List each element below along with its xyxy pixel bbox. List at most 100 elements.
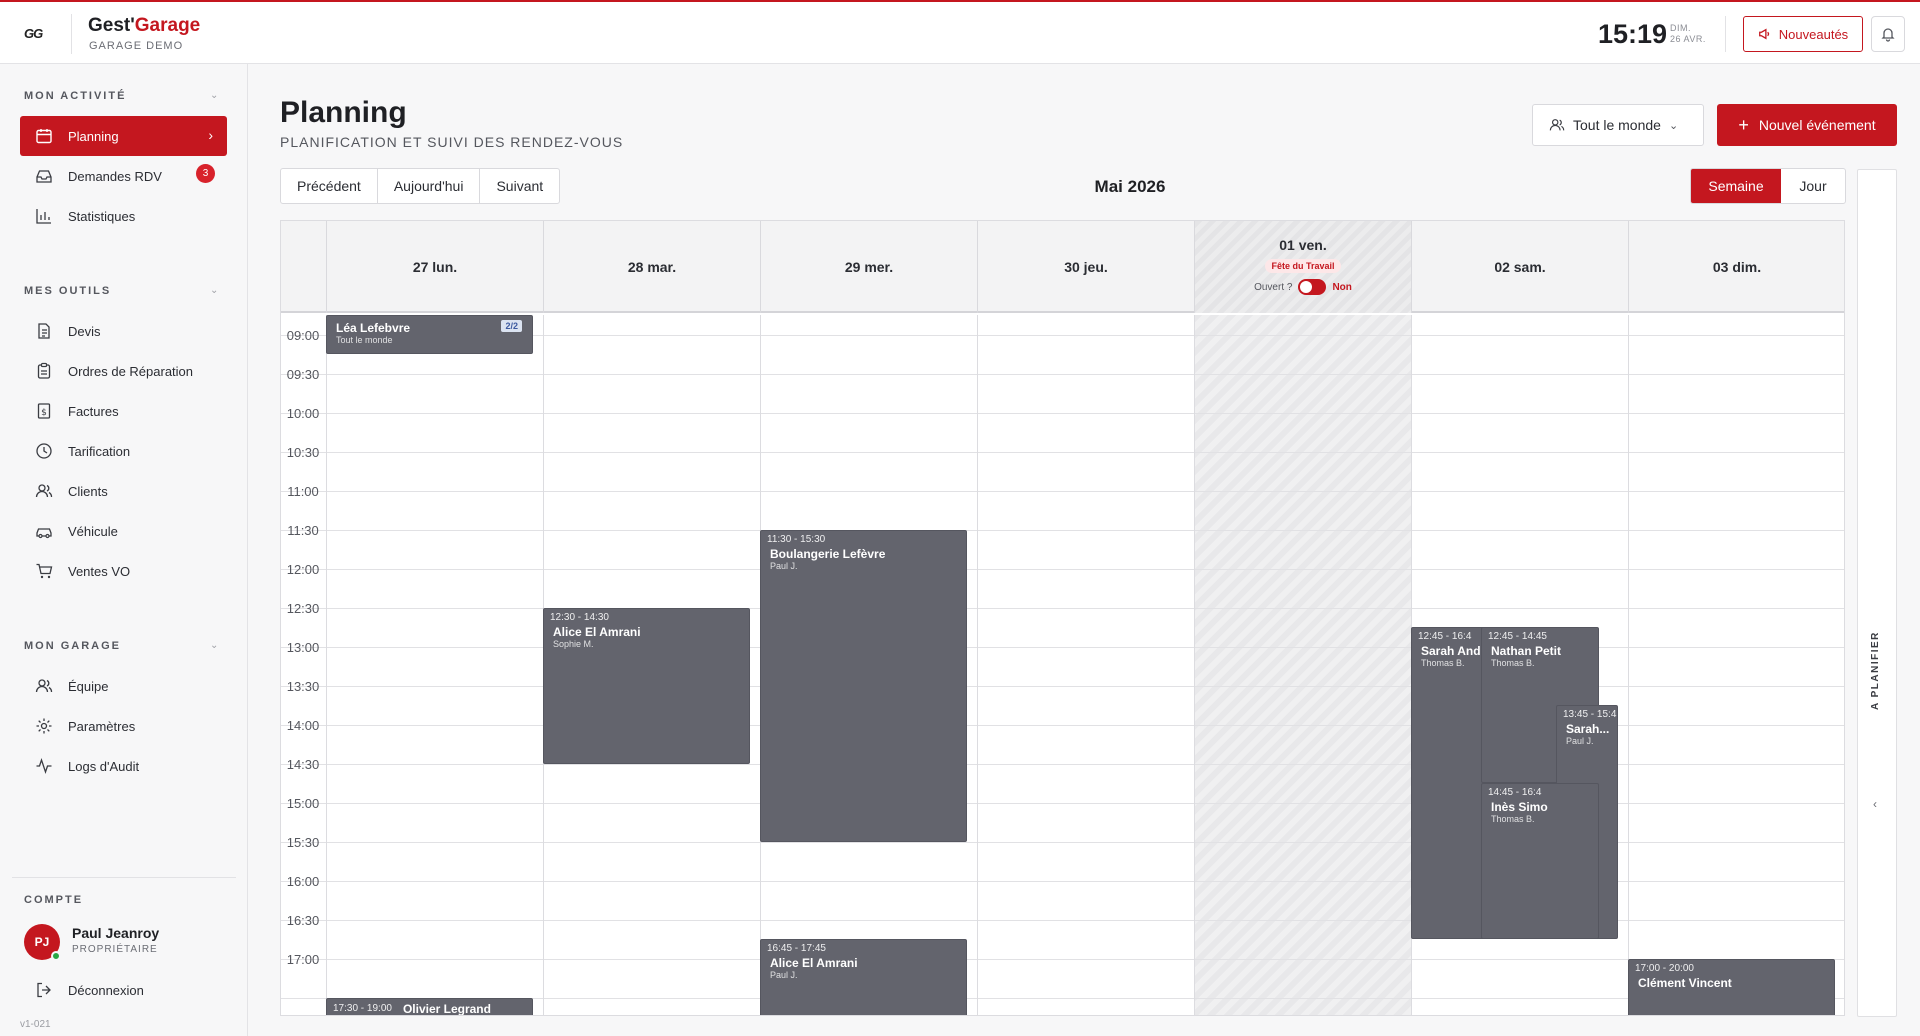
day-header[interactable]: 03 dim.: [1628, 221, 1844, 313]
sidebar: MON ACTIVITÉ ⌄ Planning › Demandes RDV 3…: [0, 64, 248, 1036]
event-client: Clément Vincent: [1638, 975, 1732, 990]
event-client: Alice El Amrani: [770, 956, 858, 970]
clock-day: DIM.: [1670, 23, 1691, 33]
sidebar-item-devis[interactable]: Devis: [20, 311, 227, 351]
day-header[interactable]: 27 lun.: [326, 221, 543, 313]
inbox-icon: [34, 166, 54, 186]
previous-button[interactable]: Précédent: [281, 169, 378, 203]
slot-line: [281, 647, 1844, 648]
sidebar-item-factures[interactable]: $ Factures: [20, 391, 227, 431]
time-label: 10:30: [286, 444, 320, 460]
holiday-column: [1194, 315, 1411, 1015]
sidebar-item-ventes-vo[interactable]: Ventes VO: [20, 551, 227, 591]
today-button[interactable]: Aujourd'hui: [378, 169, 481, 203]
news-button[interactable]: Nouveautés: [1743, 16, 1863, 52]
view-day-button[interactable]: Jour: [1781, 169, 1845, 203]
calendar-event[interactable]: 17:30 - 19:00 Olivier Legrand: [326, 997, 533, 1016]
event-time: 11:30 - 15:30: [767, 533, 826, 545]
day-header[interactable]: 29 mer.: [760, 221, 977, 313]
calendar-event[interactable]: 14:45 - 16:4 Inès Simo Thomas B.: [1481, 783, 1599, 939]
invoice-icon: $: [34, 401, 54, 421]
sidebar-item-logs-audit[interactable]: Logs d'Audit: [20, 746, 227, 786]
event-assignee: Tout le monde: [336, 335, 393, 345]
chevron-down-icon[interactable]: ⌄: [210, 640, 218, 651]
garage-name: GARAGE DEMO: [89, 40, 184, 52]
bell-icon: [1881, 28, 1895, 42]
day-header[interactable]: 30 jeu.: [977, 221, 1194, 313]
chevron-down-icon[interactable]: ⌄: [210, 90, 218, 101]
time-label: 12:00: [286, 561, 320, 577]
logout-label: Déconnexion: [68, 982, 144, 998]
sidebar-item-ordres-reparation[interactable]: Ordres de Réparation: [20, 351, 227, 391]
car-icon: [34, 521, 54, 541]
open-toggle-row: Ouvert ? Non: [1254, 279, 1352, 295]
time-label: 14:00: [286, 717, 320, 733]
new-event-button[interactable]: + Nouvel événement: [1717, 104, 1897, 146]
time-label: 16:00: [286, 873, 320, 889]
event-client: Boulangerie Lefèvre: [770, 546, 886, 561]
calendar-event[interactable]: 16:45 - 17:45 Alice El Amrani Paul J.: [760, 939, 967, 1015]
section-title-activity: MON ACTIVITÉ: [24, 90, 127, 102]
app-version: v1-021: [20, 1019, 51, 1030]
sidebar-item-label: Équipe: [68, 678, 109, 694]
view-week-button[interactable]: Semaine: [1691, 169, 1781, 203]
slot-line: [281, 569, 1844, 570]
event-assignee: Paul J.: [770, 560, 798, 571]
column-line: [1194, 315, 1195, 1015]
logout-button[interactable]: Déconnexion: [20, 970, 227, 1010]
sidebar-item-parametres[interactable]: Paramètres: [20, 706, 227, 746]
sidebar-item-label: Paramètres: [68, 718, 136, 734]
open-toggle[interactable]: [1298, 279, 1327, 295]
chevron-left-icon[interactable]: ‹: [1873, 797, 1877, 811]
day-header-label: 30 jeu.: [1064, 259, 1108, 275]
event-client: Sarah...: [1566, 722, 1610, 736]
day-header[interactable]: 01 ven. Fête du Travail Ouvert ? Non: [1194, 221, 1411, 313]
section-title-tools: MES OUTILS: [24, 285, 112, 297]
calendar-event[interactable]: Léa Lefebvre Tout le monde 2/2: [326, 315, 533, 354]
day-header-label: 03 dim.: [1712, 259, 1762, 275]
slot-line: [281, 452, 1844, 453]
day-header[interactable]: 02 sam.: [1411, 221, 1628, 313]
to-schedule-panel[interactable]: A PLANIFIER ‹: [1857, 169, 1897, 1017]
event-time: 13:45 - 15:4: [1563, 709, 1617, 720]
cart-icon: [34, 561, 54, 581]
calendar-event[interactable]: 11:30 - 15:30 Boulangerie Lefèvre Paul J.: [760, 529, 967, 842]
sidebar-item-vehicule[interactable]: Véhicule: [20, 511, 227, 551]
sidebar-item-planning[interactable]: Planning ›: [20, 116, 227, 156]
slot-line: [281, 491, 1844, 492]
sidebar-item-label: Véhicule: [68, 523, 118, 539]
event-assignee: Paul J.: [770, 970, 798, 980]
page-title: Planning: [280, 96, 407, 129]
column-line: [326, 315, 327, 1015]
gear-icon: [34, 716, 54, 736]
chevron-down-icon[interactable]: ⌄: [210, 285, 218, 296]
people-filter-select[interactable]: Tout le monde ⌄: [1532, 104, 1704, 146]
holiday-badge: Fête du Travail: [1265, 259, 1341, 273]
calendar-event[interactable]: 12:30 - 14:30 Alice El Amrani Sophie M.: [543, 607, 750, 764]
activity-icon: [34, 756, 54, 776]
time-label: 15:30: [286, 834, 320, 850]
day-header[interactable]: 28 mar.: [543, 221, 760, 313]
sidebar-item-tarification[interactable]: Tarification: [20, 431, 227, 471]
plus-icon: +: [1738, 115, 1749, 135]
app-logo[interactable]: GG: [24, 26, 48, 42]
svg-text:$: $: [41, 408, 47, 418]
sidebar-item-statistiques[interactable]: Statistiques: [20, 196, 227, 236]
sidebar-item-equipe[interactable]: Équipe: [20, 666, 227, 706]
open-toggle-value: Non: [1332, 281, 1352, 293]
clock-time: 15:19: [1598, 19, 1668, 49]
brand-divider: [71, 14, 72, 54]
column-line: [977, 315, 978, 1015]
event-client: Nathan Petit: [1491, 644, 1562, 658]
next-button[interactable]: Suivant: [480, 169, 559, 203]
day-header-label: 28 mar.: [627, 259, 677, 275]
notifications-button[interactable]: [1871, 16, 1905, 52]
online-status-dot: [51, 951, 61, 961]
event-inline-row: 17:30 - 19:00 Olivier Legrand: [333, 1002, 526, 1016]
calendar-event[interactable]: 17:00 - 20:00 Clément Vincent: [1628, 958, 1835, 1015]
calendar-icon: [34, 126, 54, 146]
event-client: Olivier Legrand: [402, 1001, 491, 1016]
time-label: 15:00: [286, 795, 320, 811]
sidebar-item-clients[interactable]: Clients: [20, 471, 227, 511]
people-filter-value: Tout le monde: [1573, 117, 1661, 133]
